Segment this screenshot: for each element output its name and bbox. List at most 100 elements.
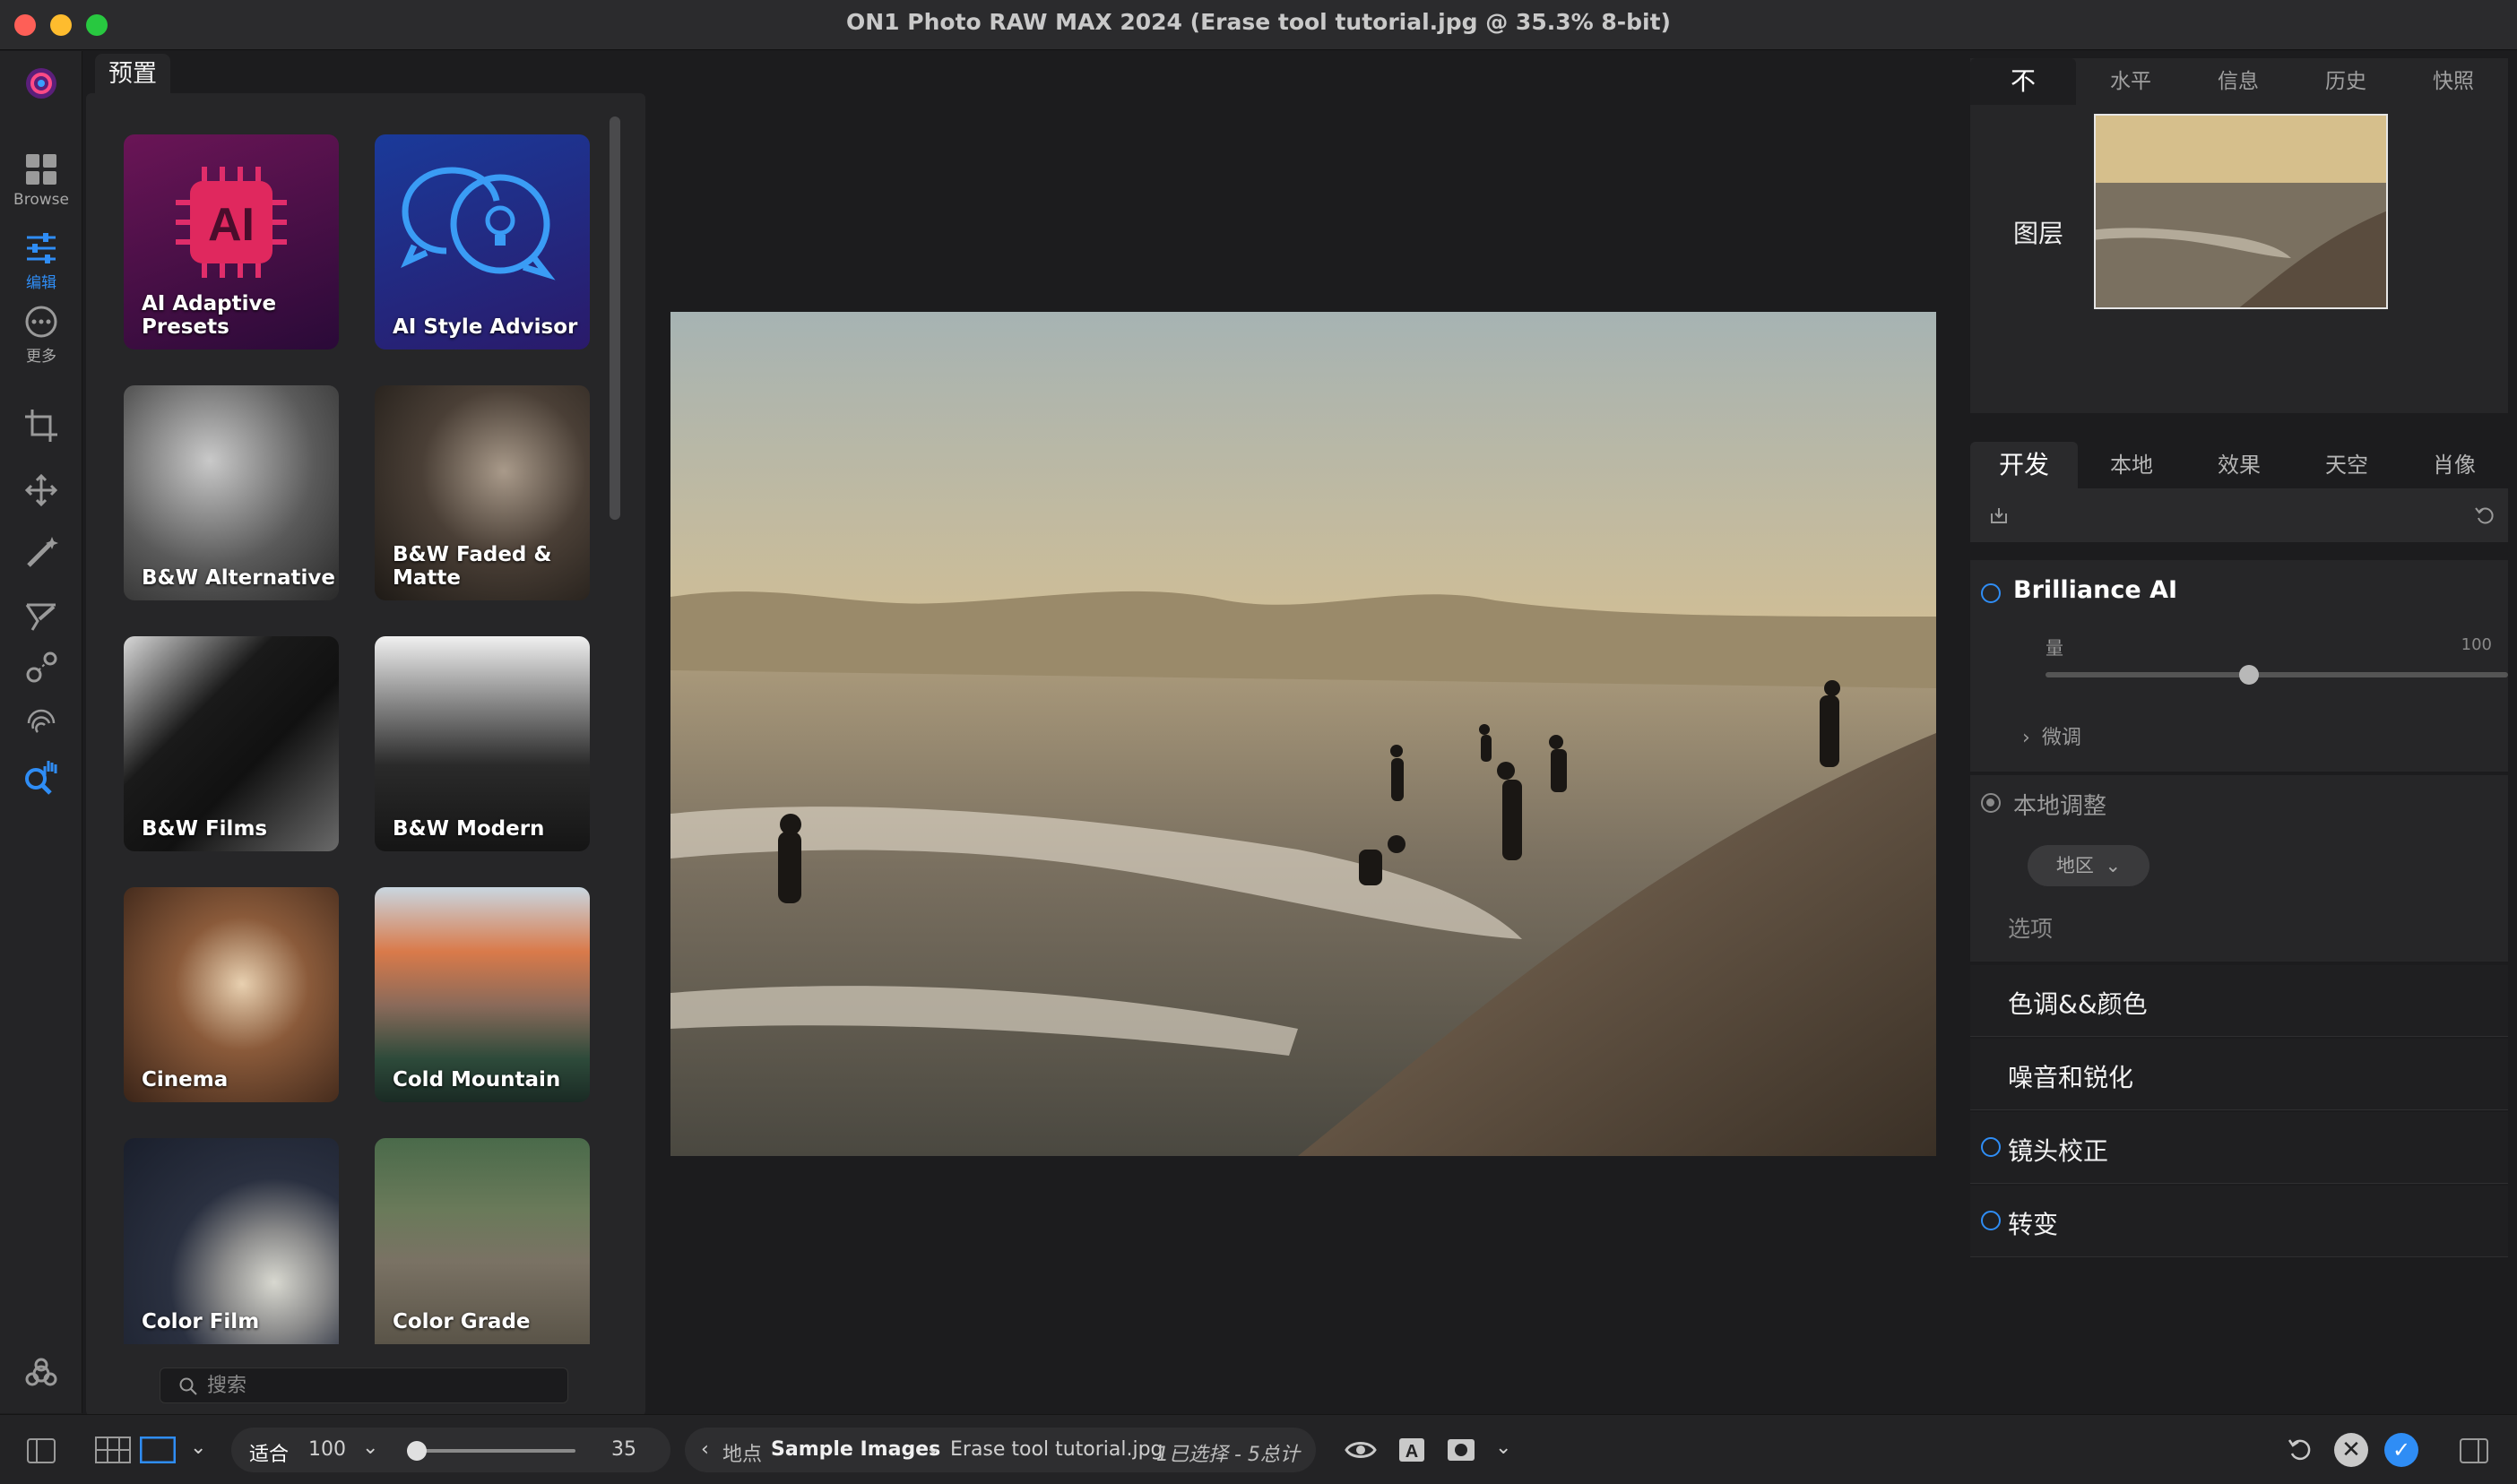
move-icon [24,473,58,507]
fine-tune-label: 微调 [2041,727,2081,749]
view-chevron-down-icon[interactable]: ⌄ [190,1437,206,1459]
text-overlay-icon[interactable]: A [1398,1437,1425,1462]
transform-toggle[interactable] [1981,1211,2001,1230]
more-tool[interactable]: 更多 [0,304,82,366]
presets-scrollbar[interactable] [610,116,620,520]
local-adjust-radio[interactable] [1981,793,2001,813]
mask-view-icon[interactable] [1447,1438,1475,1462]
folder-chevron-down-icon[interactable]: ⌄ [925,1437,941,1459]
tab-info[interactable]: 信息 [2185,58,2291,105]
clone-tool[interactable] [0,650,82,686]
folder-name[interactable]: Sample Images [771,1438,940,1461]
fine-tune-toggle[interactable]: › 微调 [2022,721,2081,750]
tab-sky[interactable]: 天空 [2293,442,2400,488]
more-icon [25,306,57,338]
cancel-button[interactable]: ✕ [2334,1433,2368,1467]
preset-ai-style-advisor[interactable]: AI Style Advisor [375,134,590,349]
preset-bw-films[interactable]: B&W Films [124,636,339,851]
thumbnail-size-knob[interactable] [407,1441,427,1461]
tab-history[interactable]: 历史 [2293,58,2399,105]
tab-effects[interactable]: 效果 [2185,442,2293,488]
right-panel: 不 水平 信息 历史 快照 图层 开发 本地 效果 天空 肖像 Brillian… [1963,51,2517,1413]
preset-color-grade[interactable]: Color Grade [375,1138,590,1344]
main-photo[interactable] [670,312,1936,1156]
tab-portrait[interactable]: 肖像 [2400,442,2508,488]
toggle-right-panel-icon[interactable] [2460,1438,2488,1463]
section-tone-color[interactable]: 色调&&颜色 [1970,965,2508,1037]
section-transform[interactable]: 转变 [1970,1186,2508,1257]
section-lens-correction[interactable]: 镜头校正 [1970,1112,2508,1184]
edit-tool[interactable]: 编辑 [0,230,82,292]
brilliance-enable-toggle[interactable] [1981,583,2001,603]
transform-tool[interactable] [0,472,82,508]
title-bar: ON1 Photo RAW MAX 2024 (Erase tool tutor… [0,0,2517,50]
brush-tool[interactable] [0,598,82,634]
preset-bw-modern[interactable]: B&W Modern [375,636,590,851]
extras-tool[interactable] [0,1356,82,1392]
amount-slider-knob[interactable] [2239,665,2260,685]
presets-tab[interactable]: 预置 [95,54,170,95]
portrait-tool[interactable] [0,702,82,738]
zoom-chevron-down-icon[interactable]: ⌄ [362,1437,378,1459]
region-label: 地区 [2055,855,2094,876]
grid-view-icon[interactable] [95,1437,131,1463]
reset-icon[interactable] [2474,505,2495,526]
undo-icon[interactable] [2286,1436,2314,1464]
tab-navigator[interactable]: 不 [1970,58,2076,105]
right-top-tabs: 不 水平 信息 历史 快照 [1970,58,2508,105]
more-label: 更多 [26,348,56,366]
crop-tool[interactable] [0,408,82,444]
section-noise-sharpen[interactable]: 噪音和锐化 [1970,1039,2508,1110]
preset-search[interactable] [160,1368,568,1403]
tab-snapshots[interactable]: 快照 [2400,58,2506,105]
zoom-value[interactable]: 100 [308,1438,346,1461]
selection-info: 1已选择 - 5总计 [1156,1444,1300,1466]
preset-cold-mountain[interactable]: Cold Mountain [375,887,590,1102]
edit-label: 编辑 [26,274,56,292]
app-logo-icon[interactable] [0,65,82,101]
left-toolbar: Browse 编辑 更多 [0,51,82,1413]
chevron-down-icon: ⌄ [2105,855,2122,876]
chevron-right-icon: › [2022,727,2030,749]
zoom-controls: 适合 100 ⌄ 35 [231,1428,670,1472]
toggle-left-panel-icon[interactable] [27,1438,56,1463]
preview-eye-icon[interactable] [1345,1438,1377,1462]
detail-view-icon[interactable] [140,1437,176,1463]
path-bar: ‹ 地点 Sample Images ⌄ Erase tool tutorial… [685,1428,1316,1472]
preset-color-film[interactable]: Color Film [124,1138,339,1344]
tab-local[interactable]: 本地 [2078,442,2185,488]
fit-button[interactable]: 适合 [249,1438,289,1467]
preset-cinema[interactable]: Cinema [124,887,339,1102]
layers-title: 图层 [2013,219,2064,248]
amount-slider[interactable] [2046,672,2508,677]
apply-button[interactable]: ✓ [2384,1433,2418,1467]
navigator-panel [1970,105,2508,413]
preset-search-input[interactable] [207,1368,548,1402]
section-label: 镜头校正 [2008,1136,2109,1166]
navigator-thumbnail[interactable] [2094,114,2388,309]
preset-bw-faded-matte[interactable]: B&W Faded & Matte [375,385,590,600]
close-icon: ✕ [2341,1437,2361,1463]
magic-wand-icon [27,537,58,567]
zoom-hand-tool[interactable] [0,759,82,798]
tab-develop[interactable]: 开发 [1970,442,2078,488]
tab-level[interactable]: 水平 [2078,58,2184,105]
preset-label: B&W Films [142,817,268,841]
cloud-link-icon [25,1358,57,1386]
brush-icon [25,603,56,631]
back-chevron-icon[interactable]: ‹ [701,1438,709,1461]
view-options-chevron-icon[interactable]: ⌄ [1495,1437,1511,1459]
retouch-tool[interactable] [0,535,82,571]
zoom-icon [25,761,57,795]
lens-correction-toggle[interactable] [1981,1137,2001,1157]
amount-value: 100 [2461,635,2492,654]
region-dropdown[interactable]: 地区 ⌄ [2028,845,2149,886]
size-value: 35 [611,1438,636,1461]
preset-save-icon[interactable] [1988,505,2010,526]
browse-tool[interactable]: Browse [0,151,82,209]
preset-bw-alternative[interactable]: B&W Alternative [124,385,339,600]
local-adjust-card: 本地调整 地区 ⌄ 选项 [1970,775,2508,962]
options-label[interactable]: 选项 [2008,911,2053,944]
preset-ai-adaptive[interactable]: AI AI Adaptive Presets [124,134,339,349]
thumbnail-size-slider[interactable] [407,1449,575,1453]
